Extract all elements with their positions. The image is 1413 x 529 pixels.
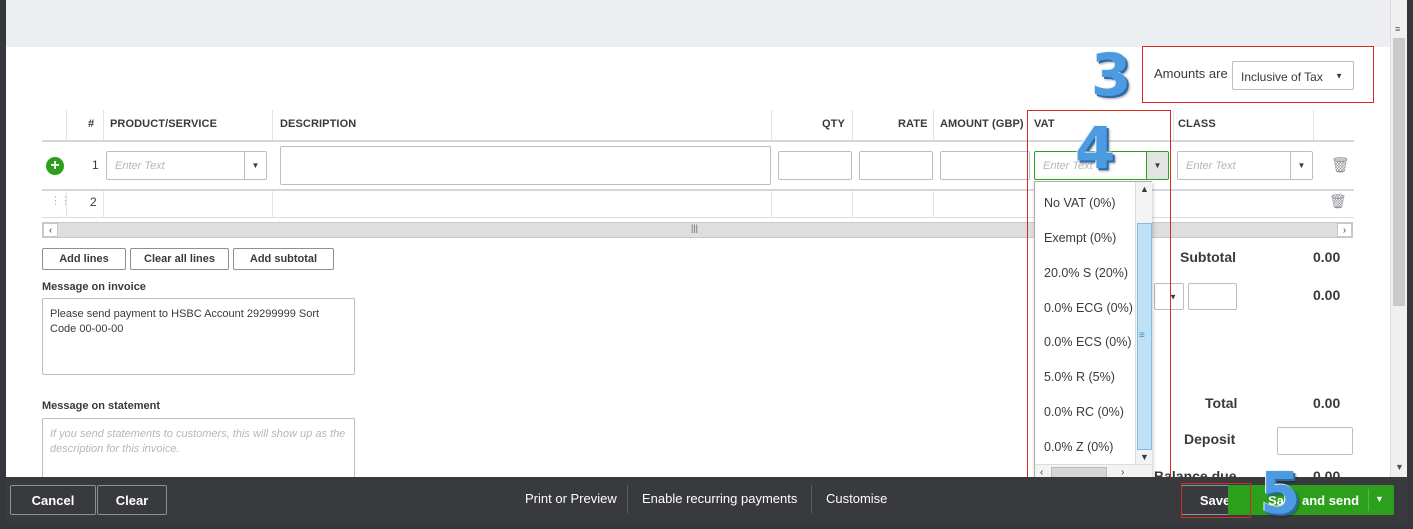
balance-due-value: 0.00 — [1313, 468, 1341, 477]
amounts-are-label: Amounts are — [1154, 66, 1228, 81]
callout-number-4: 4 — [1075, 114, 1116, 182]
print-or-preview-link[interactable]: Print or Preview — [525, 491, 617, 506]
add-row-icon[interactable]: + — [46, 157, 64, 175]
callout-number-3: 3 — [1091, 41, 1132, 109]
column-header-amount: AMOUNT (GBP) — [940, 118, 1024, 130]
rate-input[interactable] — [859, 151, 933, 180]
vat-option-ecs[interactable]: 0.0% ECS (0%) — [1044, 335, 1132, 349]
message-on-statement-label: Message on statement — [42, 400, 160, 412]
amounts-tax-value: Inclusive of Tax — [1241, 70, 1323, 84]
vat-option-standard[interactable]: 20.0% S (20%) — [1044, 266, 1128, 280]
vat-option-exempt[interactable]: Exempt (0%) — [1044, 231, 1116, 245]
qty-input[interactable] — [778, 151, 852, 180]
chevron-down-icon[interactable]: ▼ — [1375, 494, 1384, 504]
footer-bar: Cancel Clear Print or Preview Enable rec… — [6, 477, 1407, 523]
enable-recurring-link[interactable]: Enable recurring payments — [642, 491, 797, 506]
scroll-grip-icon: ||| — [691, 223, 699, 233]
vat-option-reduced[interactable]: 5.0% R (5%) — [1044, 370, 1115, 384]
vat-option-rc[interactable]: 0.0% RC (0%) — [1044, 405, 1124, 419]
message-on-statement-field[interactable]: If you send statements to customers, thi… — [42, 418, 355, 477]
customise-link[interactable]: Customise — [826, 491, 887, 506]
product-placeholder: Enter Text — [115, 159, 165, 172]
subtotal-value: 0.00 — [1313, 249, 1341, 265]
deposit-label: Deposit — [1184, 431, 1236, 447]
scroll-up-icon[interactable]: ▲ — [1140, 184, 1149, 194]
vat-option-ecg[interactable]: 0.0% ECG (0%) — [1044, 301, 1133, 315]
row-number: 2 — [90, 195, 97, 209]
invoice-form: Amounts are Inclusive of Tax ▼ 3 # PRODU… — [6, 0, 1390, 477]
trash-icon[interactable]: 🗑 — [1331, 156, 1350, 174]
scroll-thumb[interactable] — [1393, 38, 1405, 306]
clear-button[interactable]: Clear — [97, 485, 167, 515]
vat-dropdown-list[interactable]: No VAT (0%) Exempt (0%) 20.0% S (20%) 0.… — [1034, 181, 1152, 482]
description-input[interactable] — [280, 146, 771, 185]
message-on-invoice-field[interactable]: Please send payment to HSBC Account 2929… — [42, 298, 355, 375]
menu-icon[interactable]: ≡ — [1395, 24, 1400, 34]
amounts-tax-select[interactable]: Inclusive of Tax ▼ — [1232, 61, 1354, 90]
balance-due-label: Balance due — [1154, 468, 1237, 477]
discount-input[interactable] — [1188, 283, 1237, 310]
class-input[interactable]: Enter Text ▼ — [1177, 151, 1313, 180]
scroll-grip-icon: ≡ — [1139, 330, 1145, 341]
subtotal-label: Subtotal — [1180, 249, 1236, 265]
chevron-down-icon: ▼ — [1169, 292, 1177, 301]
chevron-down-icon: ▼ — [1335, 71, 1343, 80]
callout-number-5: 5 — [1260, 459, 1301, 527]
message-on-invoice-label: Message on invoice — [42, 281, 146, 293]
chevron-down-icon[interactable]: ▼ — [244, 152, 266, 179]
vat-option-no-vat[interactable]: No VAT (0%) — [1044, 196, 1116, 210]
row-number: 1 — [92, 158, 99, 172]
scroll-down-icon[interactable]: ▼ — [1395, 462, 1404, 472]
amount-input[interactable] — [940, 151, 1030, 180]
chevron-down-icon[interactable]: ▼ — [1146, 152, 1168, 179]
column-header-vat: VAT — [1034, 118, 1055, 130]
drag-handle-icon[interactable]: ⋮⋮ — [50, 194, 71, 207]
column-header-product: PRODUCT/SERVICE — [110, 118, 218, 130]
scroll-down-icon[interactable]: ▼ — [1140, 452, 1149, 462]
page-vertical-scrollbar[interactable]: ≡ ▼ — [1390, 0, 1407, 477]
product-service-input[interactable]: Enter Text ▼ — [106, 151, 267, 180]
total-label: Total — [1205, 395, 1238, 411]
scroll-right-icon[interactable]: › — [1337, 223, 1352, 237]
clear-all-lines-button[interactable]: Clear all lines — [130, 248, 229, 270]
deposit-input[interactable] — [1277, 427, 1353, 455]
header-band — [6, 0, 1390, 47]
cancel-button[interactable]: Cancel — [10, 485, 96, 515]
table-row: ⋮⋮ 2 🗑 — [42, 191, 1354, 217]
column-header-class: CLASS — [1178, 118, 1216, 130]
vat-option-zero[interactable]: 0.0% Z (0%) — [1044, 440, 1113, 454]
chevron-down-icon[interactable]: ▼ — [1290, 152, 1312, 179]
column-header-rate: RATE — [898, 118, 928, 130]
column-header-qty: QTY — [822, 118, 845, 130]
vat-list-vertical-scrollbar[interactable]: ▲ ≡ ▼ — [1135, 182, 1152, 464]
add-lines-button[interactable]: Add lines — [42, 248, 126, 270]
column-header-number: # — [88, 118, 95, 130]
trash-icon[interactable]: 🗑 — [1329, 193, 1347, 210]
class-placeholder: Enter Text — [1186, 159, 1236, 172]
discount-value: 0.00 — [1313, 287, 1341, 303]
scroll-left-icon[interactable]: ‹ — [43, 223, 58, 237]
table-horizontal-scrollbar[interactable]: ‹ ||| › — [42, 222, 1353, 238]
total-value: 0.00 — [1313, 395, 1341, 411]
save-and-send-button[interactable]: Save and send ▼ — [1228, 485, 1394, 515]
discount-type-select[interactable]: ▼ — [1154, 283, 1184, 310]
add-subtotal-button[interactable]: Add subtotal — [233, 248, 334, 270]
column-header-description: DESCRIPTION — [280, 118, 357, 130]
